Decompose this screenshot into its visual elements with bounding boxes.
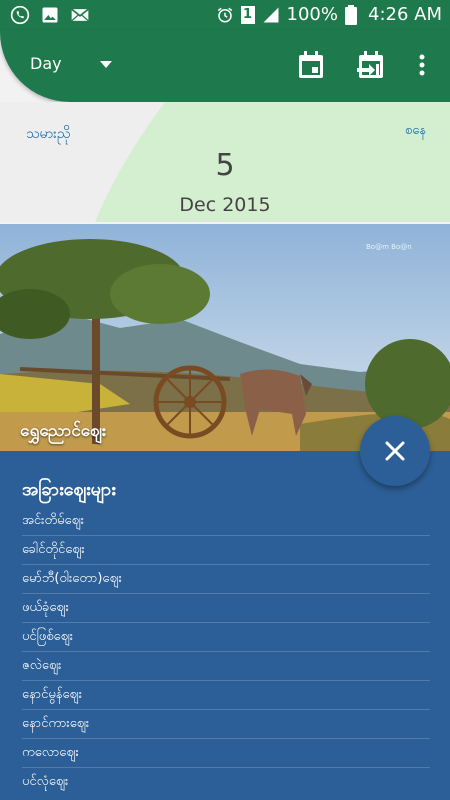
list-item[interactable]: ကလောဈေး	[22, 739, 430, 768]
calendar-icon[interactable]	[295, 49, 327, 81]
signal-icon	[263, 7, 279, 22]
app-bar: Day	[0, 30, 450, 102]
month-year: Dec 2015	[179, 194, 271, 216]
sim-icon: 1	[240, 5, 255, 24]
battery-percent: 100%	[286, 4, 338, 25]
close-button[interactable]	[360, 416, 430, 486]
market-list: အင်းတိမ်ဈေး ခေါင်တိုင်ဈေး မော်ဘီ(ဝါးတော)…	[22, 507, 430, 796]
day-number: 5	[215, 148, 235, 183]
list-item[interactable]: ခေါင်တိုင်ဈေး	[22, 536, 430, 565]
date-header: သမားညို စနေ 5 Dec 2015	[0, 102, 450, 222]
go-to-date-icon[interactable]	[355, 49, 387, 81]
weekday-label: စနေ	[404, 123, 426, 138]
status-bar: 1 100% 4:26 AM	[0, 0, 450, 30]
mail-icon	[71, 8, 89, 22]
clock: 4:26 AM	[368, 4, 442, 25]
list-item[interactable]: မော်ဘီ(ဝါးတော)ဈေး	[22, 565, 430, 594]
list-item[interactable]: ပင်လုံဈေး	[22, 768, 430, 796]
photo-watermark: Bo@m Bo@n	[366, 243, 412, 251]
list-item[interactable]: ပင်ဖြစ်ဈေး	[22, 623, 430, 652]
alarm-icon	[217, 7, 232, 22]
phone-icon	[10, 5, 30, 25]
list-item[interactable]: နောင်မွန်ဈေး	[22, 681, 430, 710]
image-icon	[42, 7, 58, 23]
list-item[interactable]: နောင်ကားဈေး	[22, 710, 430, 739]
market-list-title: အခြားဈေးများ	[22, 479, 116, 500]
list-item[interactable]: ဖယ်ခုံဈေး	[22, 594, 430, 623]
date-left-label: သမားညို	[26, 126, 71, 142]
chevron-down-icon[interactable]	[100, 61, 112, 68]
more-vert-icon[interactable]	[408, 49, 436, 81]
list-item[interactable]: အင်းတိမ်ဈေး	[22, 507, 430, 536]
photo-caption: ရွှေညောင်ဈေး	[20, 421, 107, 441]
close-icon	[385, 441, 405, 461]
battery-icon	[345, 4, 357, 25]
view-mode-dropdown[interactable]: Day	[30, 54, 62, 73]
list-item[interactable]: ဇလဲဈေး	[22, 652, 430, 681]
market-list-panel: အခြားဈေးများ အင်းတိမ်ဈေး ခေါင်တိုင်ဈေး မ…	[0, 451, 450, 800]
